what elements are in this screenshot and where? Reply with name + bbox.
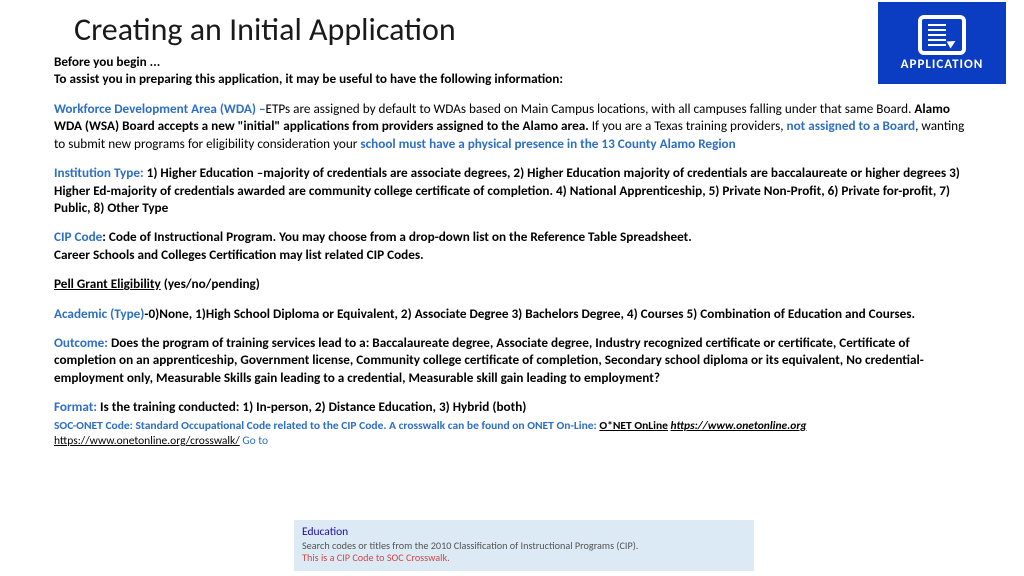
intro-line-2: To assist you in preparing this applicat… [54,70,972,87]
format-section: Format: Is the training conducted: 1) In… [54,398,972,415]
wda-text-1: ETPs are assigned by default to WDAs bas… [266,100,915,117]
pell-text: (yes/no/pending) [161,275,260,292]
body-text: Before you begin ... To assist you in pr… [0,53,1024,449]
snippet-title[interactable]: Education [302,525,746,539]
wda-blue-3: school must have a physical presence in … [360,135,735,152]
cip-text-2: Career Schools and Colleges Certificatio… [54,246,424,263]
outcome-label: Outcome: [54,334,111,351]
soc-blue-text: SOC-ONET Code: Standard Occupational Cod… [54,419,599,433]
institution-type-label: Institution Type: [54,164,147,181]
snippet-note: This is a CIP Code to SOC Crosswalk. [302,552,746,565]
outcome-section: Outcome: Does the program of training se… [54,334,972,386]
intro-line-1: Before you begin ... [54,53,972,70]
institution-type-text: 1) Higher Education –majority of credent… [54,164,960,216]
application-icon: APPLICATION [878,2,1006,84]
goto-text: Go to [240,434,268,448]
onet-url-link[interactable]: https://www.onetonline.org [671,419,807,433]
wda-text-2: If you are a Texas training providers, [592,117,787,134]
cip-text-1: : Code of Instructional Program. You may… [102,228,691,245]
format-text: Is the training conducted: 1) In-person,… [100,398,526,415]
pell-section: Pell Grant Eligibility (yes/no/pending) [54,275,972,292]
wda-label: Workforce Development Area (WDA) – [54,100,266,117]
institution-type-section: Institution Type: 1) Higher Education –m… [54,164,972,216]
search-snippet: Education Search codes or titles from th… [294,520,754,571]
wda-section: Workforce Development Area (WDA) –ETPs a… [54,100,972,152]
format-label: Format: [54,398,100,415]
onet-crosswalk-link[interactable]: https://www.onetonline.org/crosswalk/ [54,434,240,448]
wda-blue-2: not assigned to a Board [787,117,916,134]
cip-label: CIP Code [54,228,102,245]
outcome-text: Does the program of training services le… [54,334,924,386]
soc-section: SOC-ONET Code: Standard Occupational Cod… [54,419,972,449]
academic-section: Academic (Type)-0)None, 1)High School Di… [54,305,972,322]
onet-online-link[interactable]: O*NET OnLine [599,419,668,433]
academic-text: -0)None, 1)High School Diploma or Equiva… [144,305,915,322]
cip-section: CIP Code: Code of Instructional Program.… [54,228,972,263]
pell-label: Pell Grant Eligibility [54,275,161,292]
application-icon-label: APPLICATION [901,57,984,72]
page-title: Creating an Initial Application [0,0,1024,53]
academic-label: Academic (Type) [54,305,144,322]
